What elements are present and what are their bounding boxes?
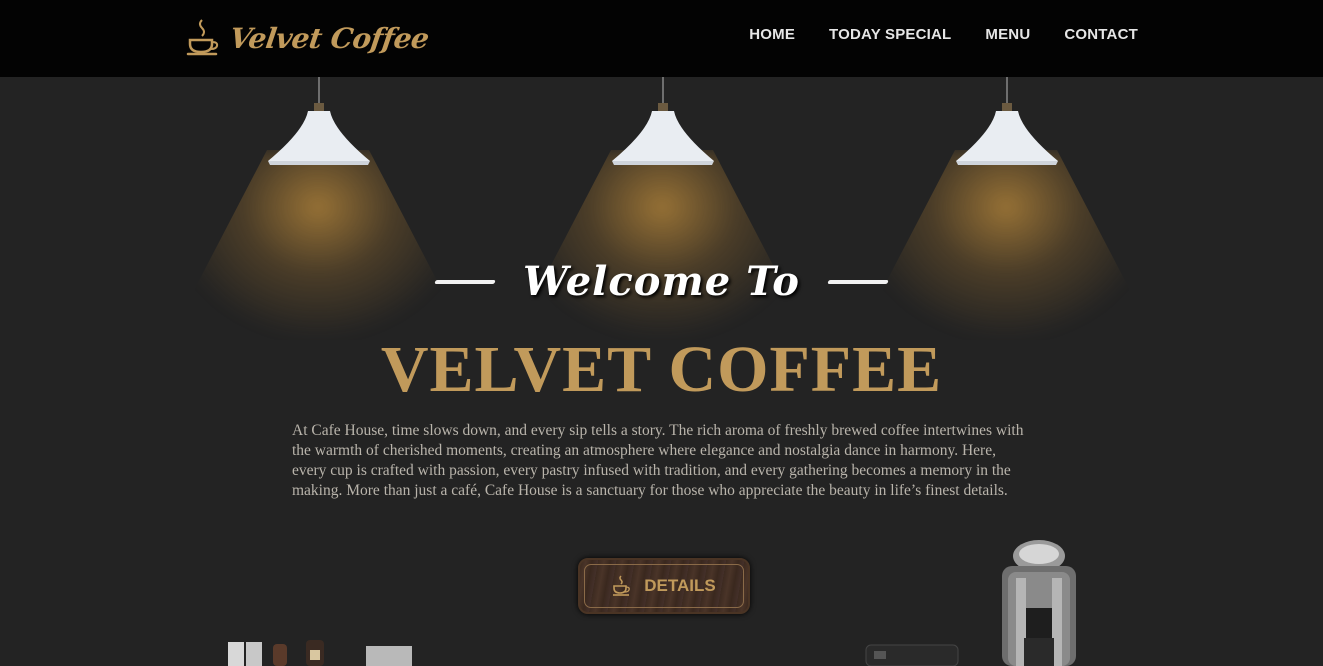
coffee-cup-icon bbox=[613, 575, 631, 596]
pendant-lamp-center bbox=[612, 77, 714, 165]
header-bar: Velvet Coffee HOME TODAY SPECIAL MENU CO… bbox=[0, 0, 1323, 77]
coffee-cup-icon bbox=[186, 19, 219, 56]
brand-name: Velvet Coffee bbox=[227, 21, 431, 55]
main-nav: HOME TODAY SPECIAL MENU CONTACT bbox=[749, 26, 1138, 43]
hero-description: At Cafe House, time slows down, and ever… bbox=[292, 422, 1024, 499]
nav-home[interactable]: HOME bbox=[749, 26, 795, 43]
lamp-glow-right bbox=[856, 150, 1156, 340]
hero-title: VELVET COFFEE bbox=[380, 333, 943, 406]
details-button-label: DETAILS bbox=[644, 576, 716, 595]
coffee-products-image bbox=[228, 640, 412, 666]
decorative-line-left bbox=[434, 279, 496, 284]
welcome-heading: Welcome To bbox=[0, 258, 1323, 305]
lamp-glow-left bbox=[168, 150, 468, 340]
decorative-line-right bbox=[827, 279, 889, 284]
nav-today-special[interactable]: TODAY SPECIAL bbox=[829, 26, 951, 43]
pendant-lamp-right bbox=[956, 77, 1058, 165]
nav-contact[interactable]: CONTACT bbox=[1064, 26, 1138, 43]
pendant-lamp-left bbox=[268, 77, 370, 165]
details-button[interactable]: DETAILS bbox=[578, 558, 750, 614]
coffee-grinder-image bbox=[865, 644, 959, 666]
nav-menu[interactable]: MENU bbox=[985, 26, 1030, 43]
welcome-text: Welcome To bbox=[523, 258, 800, 305]
espresso-machine-image bbox=[1002, 540, 1076, 666]
brand-logo[interactable]: Velvet Coffee bbox=[186, 8, 431, 68]
lamp-glow-center bbox=[512, 150, 812, 340]
